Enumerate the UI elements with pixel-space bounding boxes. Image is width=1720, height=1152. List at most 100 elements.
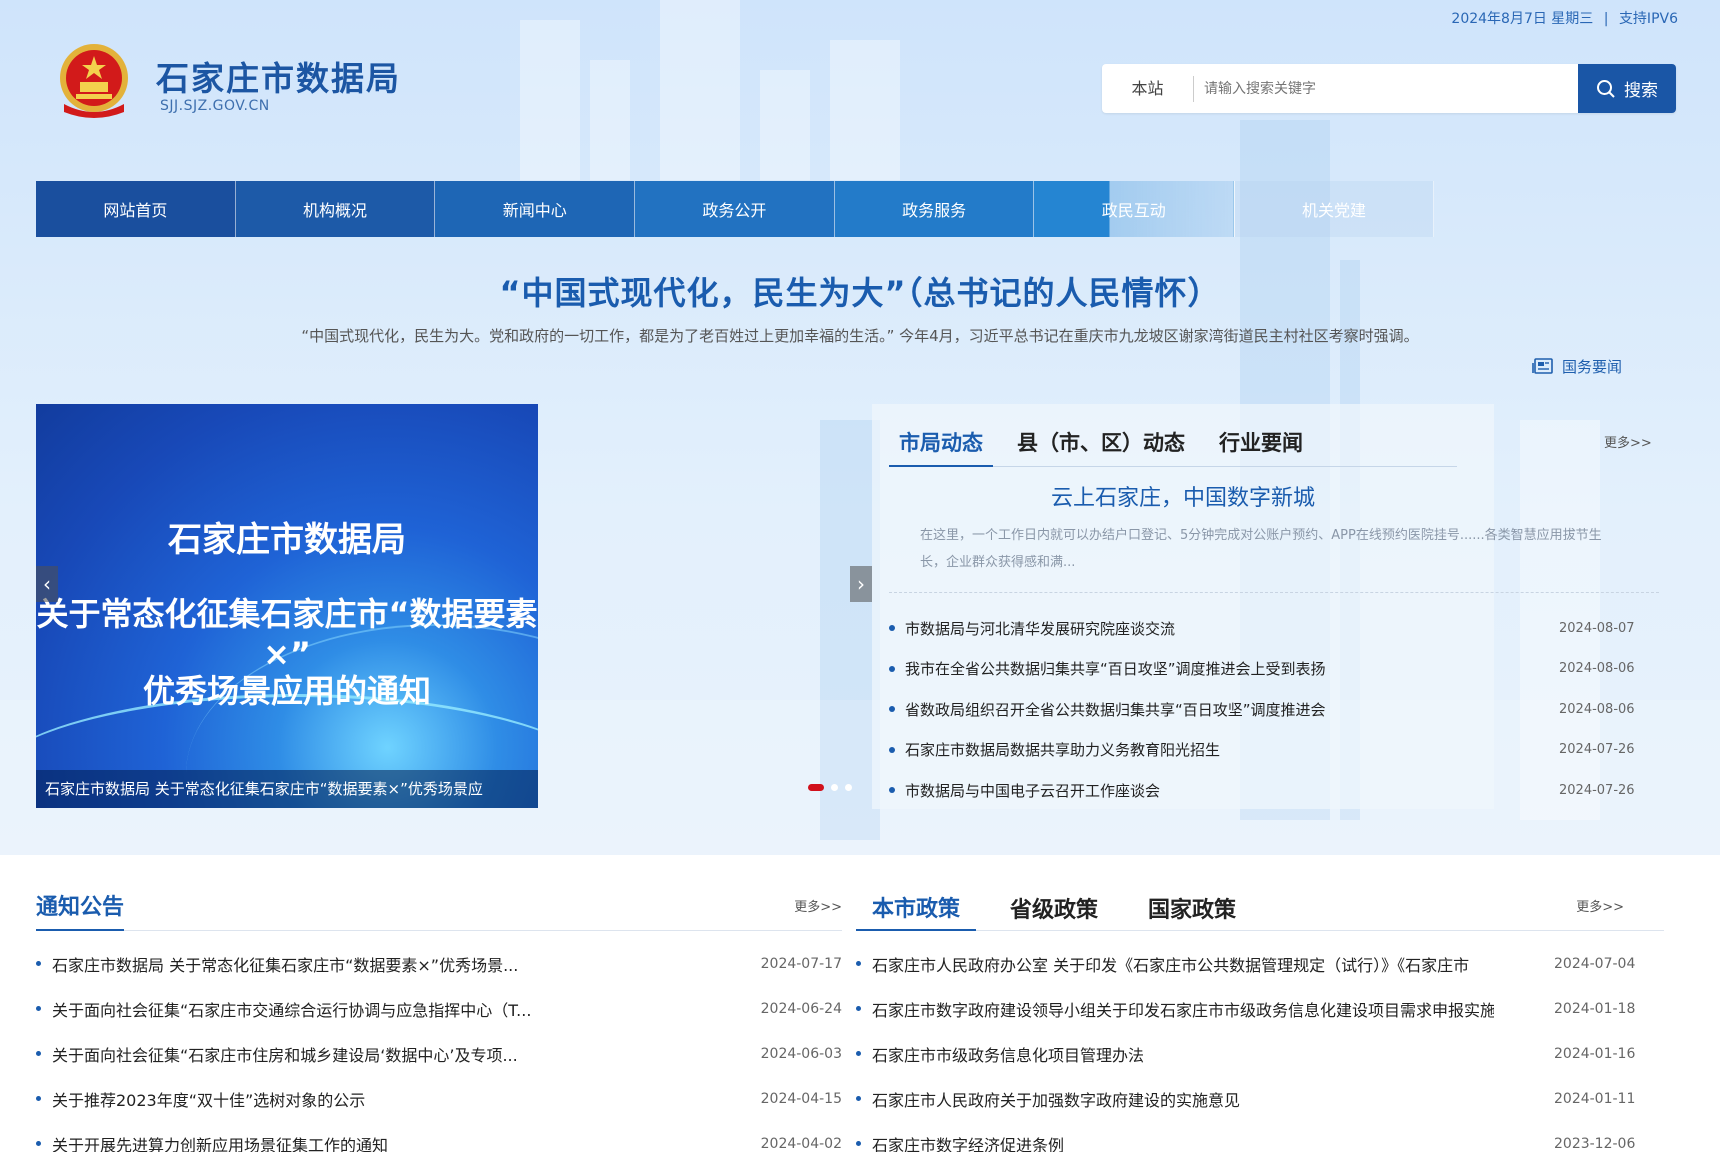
national-emblem-icon[interactable] [56,42,132,120]
search-icon [1597,79,1615,98]
slider-dot-active[interactable] [808,784,824,791]
policy-date: 2024-01-16 [1554,1045,1636,1062]
notice-title[interactable]: 石家庄市数据局 关于常态化征集石家庄市“数据要素×”优秀场景... [52,952,732,976]
slider-dot[interactable] [831,784,838,791]
notice-title[interactable]: 关于面向社会征集“石家庄市交通综合运行协调与应急指挥中心（T... [52,997,732,1021]
list-item[interactable]: 石家庄市数据局数据共享助力义务教育阳光招生 2024-07-26 [889,730,1659,771]
ipv6-link[interactable]: 支持IPV6 [1619,11,1678,27]
list-item[interactable]: 石家庄市市级政务信息化项目管理办法 2024-01-16 [856,1031,1664,1076]
list-item[interactable]: 石家庄市数据局 关于常态化征集石家庄市“数据要素×”优秀场景... 2024-07… [36,941,842,986]
bullet [889,746,895,753]
tab-province-policy[interactable]: 省级政策 [994,892,1114,930]
notice-date: 2024-06-24 [760,1000,842,1017]
search-button[interactable]: 搜索 [1578,64,1676,113]
list-item[interactable]: 关于面向社会征集“石家庄市交通综合运行协调与应急指挥中心（T... 2024-06… [36,986,842,1031]
slide-heading: 石家庄市数据局 [168,520,406,560]
state-news-link[interactable]: 国务要闻 [1532,356,1622,377]
nav-news[interactable]: 新闻中心 [435,181,636,237]
nav-gov-affairs[interactable]: 政务公开 [635,181,835,237]
top-info-bar: 2024年8月7日 星期三 | 支持IPV6 [1445,8,1678,28]
search-input[interactable] [1194,68,1578,109]
headline-title[interactable]: “中国式现代化，民生为大”（总书记的人民情怀） [0,268,1720,314]
notice-title[interactable]: 关于推荐2023年度“双十佳”选树对象的公示 [52,1087,732,1111]
bullet [36,1006,41,1011]
list-item[interactable]: 关于开展先进算力创新应用场景征集工作的通知 2024-04-02 [36,1121,842,1152]
nav-interaction[interactable]: 政民互动 [1034,181,1235,237]
tab-city-policy[interactable]: 本市政策 [856,891,977,931]
policies-more-link[interactable]: 更多>> [1576,896,1624,915]
tab-city-bureau[interactable]: 市局动态 [889,421,993,467]
policy-title[interactable]: 石家庄市人民政府关于加强数字政府建设的实施意见 [872,1087,1494,1111]
feature-title[interactable]: 云上石家庄，中国数字新城 [872,480,1494,512]
policies-tabs: 本市政策 省级政策 国家政策 更多>> [856,886,1664,931]
notice-title[interactable]: 关于面向社会征集“石家庄市住房和城乡建设局‘数据中心’及专项... [52,1042,732,1066]
slider-prev-button[interactable]: ‹ [36,566,58,602]
search-scope-select[interactable]: 本站 [1102,75,1194,102]
current-date: 2024年8月7日 星期三 [1451,11,1594,27]
notices-title[interactable]: 通知公告 [36,889,125,931]
policy-title[interactable]: 石家庄市数字经济促进条例 [872,1132,1494,1152]
slider-dot[interactable] [845,784,852,791]
nav-gov-services[interactable]: 政务服务 [834,181,1035,237]
policy-title[interactable]: 石家庄市市级政务信息化项目管理办法 [872,1042,1494,1066]
bullet [889,665,895,672]
list-item[interactable]: 市数据局与河北清华发展研究院座谈交流 2024-08-07 [889,608,1659,649]
policy-date: 2024-01-18 [1554,1000,1636,1017]
policy-date: 2024-07-04 [1554,955,1636,972]
notices-list: 石家庄市数据局 关于常态化征集石家庄市“数据要素×”优秀场景... 2024-07… [36,941,842,1152]
notices-header: 通知公告 更多>> [36,886,842,931]
news-date: 2024-07-26 [1559,782,1635,798]
policy-title[interactable]: 石家庄市数字政府建设领导小组关于印发石家庄市市级政务信息化建设项目需求申报实施 [872,997,1494,1021]
list-item[interactable]: 石家庄市人民政府办公室 关于印发《石家庄市公共数据管理规定（试行）》《石家庄市 2… [856,941,1664,986]
dynamics-tabs: 市局动态 县（市、区）动态 行业要闻 [889,421,1457,467]
news-title[interactable]: 市数据局与中国电子云召开工作座谈会 [905,780,1519,801]
bullet [856,1096,861,1101]
feature-description: 在这里，一个工作日内就可以办结户口登记、5分钟完成对公账户预约、APP在线预约医… [920,528,1602,570]
tab-county[interactable]: 县（市、区）动态 [1007,421,1195,467]
main-nav: 网站首页 机构概况 新闻中心 政务公开 政务服务 政民互动 机关党建 [36,181,1434,237]
news-date: 2024-08-06 [1559,661,1635,677]
policy-date: 2024-01-11 [1554,1090,1636,1107]
news-title[interactable]: 省数政局组织召开全省公共数据归集共享“百日攻坚”调度推进会 [905,699,1519,720]
list-item[interactable]: 关于面向社会征集“石家庄市住房和城乡建设局‘数据中心’及专项... 2024-06… [36,1031,842,1076]
top-separator: | [1603,11,1609,27]
notice-title[interactable]: 关于开展先进算力创新应用场景征集工作的通知 [52,1132,732,1152]
notice-date: 2024-07-17 [760,955,842,972]
notices-section: 通知公告 更多>> 石家庄市数据局 关于常态化征集石家庄市“数据要素×”优秀场景… [36,886,842,1152]
policies-section: 本市政策 省级政策 国家政策 更多>> 石家庄市人民政府办公室 关于印发《石家庄… [856,886,1664,1152]
policy-title[interactable]: 石家庄市人民政府办公室 关于印发《石家庄市公共数据管理规定（试行）》《石家庄市 [872,952,1494,976]
dynamics-news-list: 市数据局与河北清华发展研究院座谈交流 2024-08-07 我市在全省公共数据归集… [889,608,1659,811]
headline-summary[interactable]: “中国式现代化，民生为大。党和政府的一切工作，都是为了老百姓过上更加幸福的生活。… [0,325,1720,346]
news-title[interactable]: 我市在全省公共数据归集共享“百日攻坚”调度推进会上受到表扬 [905,658,1519,679]
divider [889,592,1659,593]
list-item[interactable]: 石家庄市数字经济促进条例 2023-12-06 [856,1121,1664,1152]
dynamics-more-link[interactable]: 更多>> [1604,432,1652,451]
nav-home[interactable]: 网站首页 [36,181,236,237]
list-item[interactable]: 省数政局组织召开全省公共数据归集共享“百日攻坚”调度推进会 2024-08-06 [889,689,1659,730]
news-title[interactable]: 石家庄市数据局数据共享助力义务教育阳光招生 [905,739,1519,760]
list-item[interactable]: 市数据局与中国电子云召开工作座谈会 2024-07-26 [889,770,1659,811]
notices-more-link[interactable]: 更多>> [794,896,842,915]
policies-list: 石家庄市人民政府办公室 关于印发《石家庄市公共数据管理规定（试行）》《石家庄市 2… [856,941,1664,1152]
bullet [889,625,895,632]
site-domain: SJJ.SJZ.GOV.CN [160,98,270,114]
list-item[interactable]: 关于推荐2023年度“双十佳”选树对象的公示 2024-04-15 [36,1076,842,1121]
list-item[interactable]: 我市在全省公共数据归集共享“百日攻坚”调度推进会上受到表扬 2024-08-06 [889,649,1659,690]
bullet [36,1141,41,1146]
slide-caption[interactable]: 石家庄市数据局 关于常态化征集石家庄市“数据要素×”优秀场景应 [36,770,538,808]
nav-party[interactable]: 机关党建 [1234,181,1434,237]
list-item[interactable]: 石家庄市人民政府关于加强数字政府建设的实施意见 2024-01-11 [856,1076,1664,1121]
bullet [856,1006,861,1011]
site-title[interactable]: 石家庄市数据局 [156,52,401,100]
search-button-label: 搜索 [1624,81,1658,101]
bullet [889,706,895,713]
news-date: 2024-08-06 [1559,701,1635,717]
list-item[interactable]: 石家庄市数字政府建设领导小组关于印发石家庄市市级政务信息化建设项目需求申报实施 2… [856,986,1664,1031]
state-news-label: 国务要闻 [1562,358,1623,376]
slider-next-button[interactable]: › [850,566,872,602]
nav-about[interactable]: 机构概况 [235,181,436,237]
tab-national-policy[interactable]: 国家政策 [1132,892,1252,930]
image-slider[interactable]: 石家庄市数据局 关于常态化征集石家庄市“数据要素×” 优秀场景应用的通知 石家庄… [36,404,538,808]
news-title[interactable]: 市数据局与河北清华发展研究院座谈交流 [905,618,1519,639]
tab-industry[interactable]: 行业要闻 [1209,421,1313,467]
